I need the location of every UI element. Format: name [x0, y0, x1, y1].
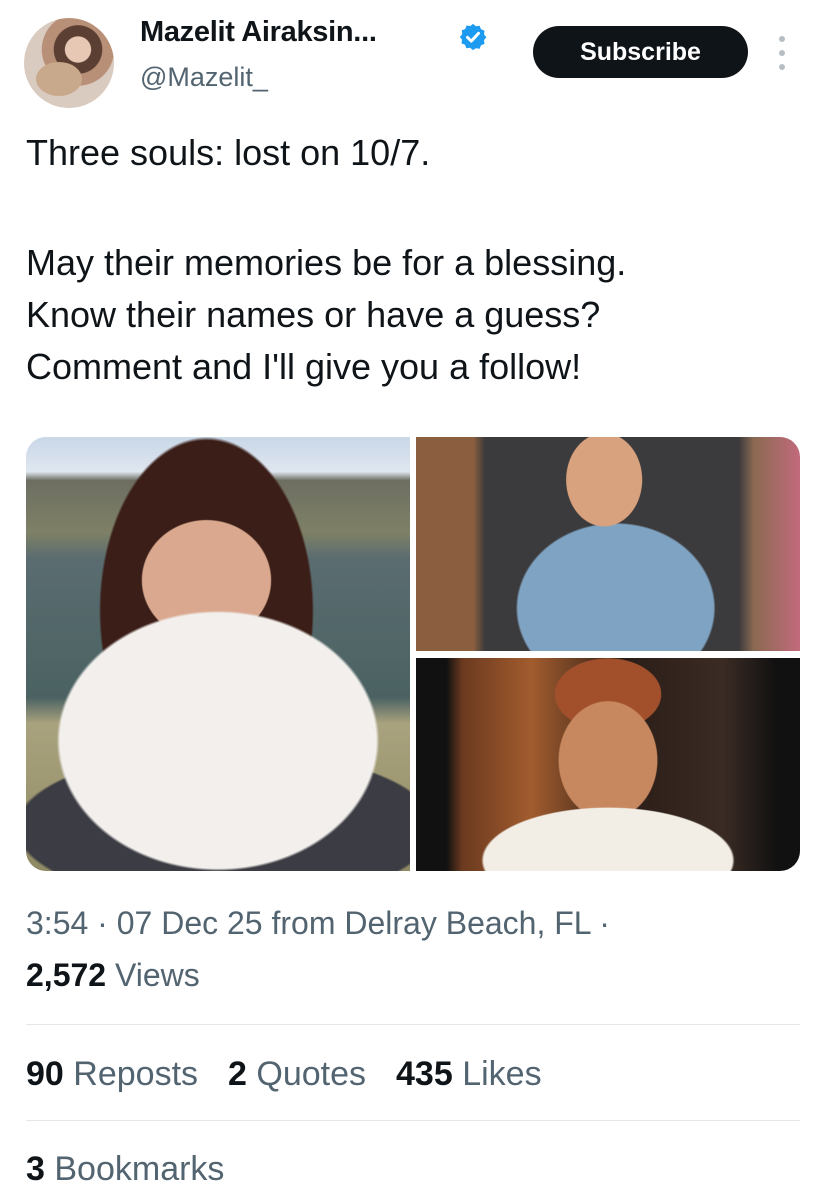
more-dot [779, 50, 785, 56]
tweet-text-line: Three souls: lost on 10/7. [26, 132, 431, 173]
quotes-label: Quotes [256, 1055, 367, 1093]
media-photo-1[interactable] [26, 437, 410, 871]
tweet-meta: 3:54 · 07 Dec 25 from Delray Beach, FL · [26, 905, 610, 942]
author-handle[interactable]: @Mazelit_ [140, 62, 268, 93]
avatar-dog [36, 62, 82, 96]
meta-separator: · [97, 905, 117, 941]
bookmarks-label: Bookmarks [54, 1150, 225, 1188]
divider [26, 1120, 800, 1121]
views-count: 2,572 Views [26, 957, 200, 994]
more-vertical-icon[interactable] [772, 36, 792, 70]
media-photo-2[interactable] [416, 437, 800, 651]
avatar[interactable] [24, 18, 114, 108]
reposts-count: 90 [26, 1055, 64, 1093]
engagement-stats: 90 Reposts 2 Quotes 435 Likes [26, 1055, 542, 1094]
likes-stat[interactable]: 435 Likes [396, 1055, 542, 1094]
likes-label: Likes [462, 1055, 542, 1093]
tweet-text-line: Know their names or have a guess? [26, 294, 601, 335]
tweet-time[interactable]: 3:54 [26, 905, 88, 941]
divider [26, 1024, 800, 1025]
quotes-stat[interactable]: 2 Quotes [228, 1055, 366, 1094]
tweet-location: from Delray Beach, FL [271, 905, 591, 941]
bookmarks-count: 3 [26, 1150, 45, 1188]
views-number: 2,572 [26, 957, 107, 993]
author-display-name[interactable]: Mazelit Airaksin... [140, 16, 377, 49]
meta-separator: · [599, 905, 610, 941]
quotes-count: 2 [228, 1055, 247, 1093]
reposts-stat[interactable]: 90 Reposts [26, 1055, 198, 1094]
tweet-text-line: May their memories be for a blessing. [26, 242, 627, 283]
views-label: Views [114, 957, 200, 993]
tweet-date[interactable]: 07 Dec 25 [117, 905, 263, 941]
bookmarks-stat[interactable]: 3 Bookmarks [26, 1150, 224, 1189]
reposts-label: Reposts [73, 1055, 199, 1093]
subscribe-button[interactable]: Subscribe [533, 26, 748, 78]
more-dot [779, 64, 785, 70]
media-photo-3[interactable] [416, 658, 800, 871]
tweet-text-line: Comment and I'll give you a follow! [26, 346, 582, 387]
more-dot [779, 36, 785, 42]
likes-count: 435 [396, 1055, 453, 1093]
verified-badge-icon [459, 23, 487, 51]
